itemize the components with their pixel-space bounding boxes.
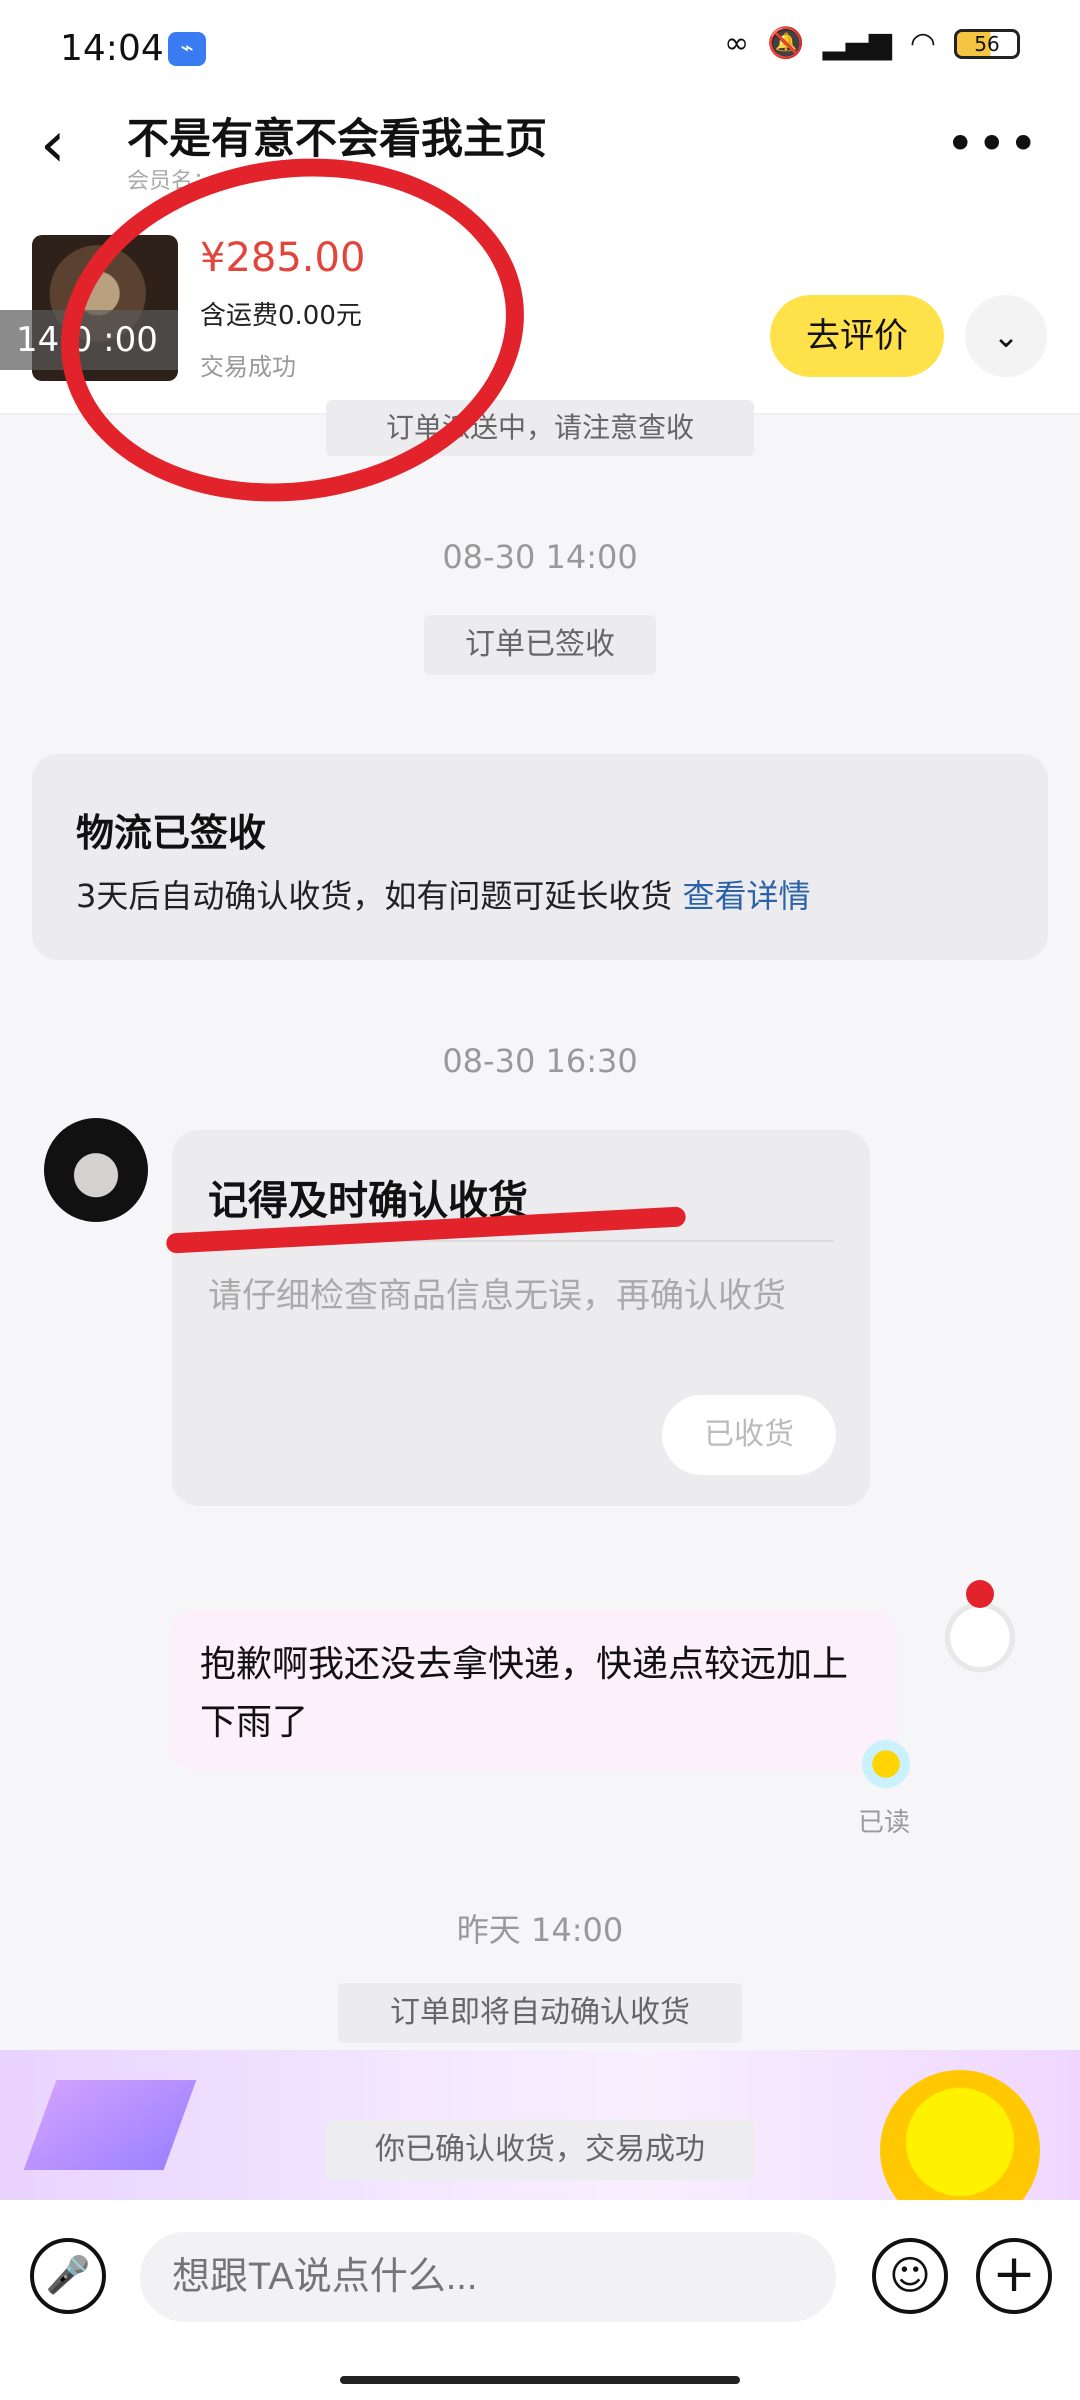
thumbnail-time-overlay: 14:0 :00 <box>0 310 178 370</box>
chat-header: ‹ 不是有意不会看我主页 会员名：x*** ••• <box>0 95 1080 205</box>
logistics-title: 物流已签收 <box>76 811 267 855</box>
mascot-icon <box>880 2070 1040 2200</box>
more-button[interactable]: ••• <box>946 115 1040 173</box>
received-button[interactable]: 已收货 <box>662 1395 836 1475</box>
lightning-icon <box>23 2080 197 2170</box>
plus-icon[interactable]: + <box>976 2238 1052 2314</box>
input-bar: 🎤 ☺ + <box>0 2200 1080 2400</box>
signal-icon: ▂▄▆ <box>822 26 892 61</box>
logistics-description: 3天后自动确认收货，如有问题可延长收货 <box>76 877 673 915</box>
read-receipt: 已读 <box>858 1808 911 1838</box>
review-button[interactable]: 去评价 <box>770 295 944 377</box>
auto-confirm-pill: 订单即将自动确认收货 <box>338 1983 742 2043</box>
timestamp: 昨天 14:00 <box>456 1911 624 1949</box>
battery-icon: 56 <box>954 28 1020 59</box>
mute-icon: 🔕 <box>767 26 805 61</box>
logistics-card[interactable]: 物流已签收 3天后自动确认收货，如有问题可延长收货 查看详情 <box>32 754 1048 960</box>
my-message-bubble: 抱歉啊我还没去拿快递，快递点较远加上下雨了 <box>168 1610 898 1770</box>
seller-avatar[interactable] <box>44 1118 148 1222</box>
seller-message-card: 记得及时确认收货 请仔细检查商品信息无误，再确认收货 已收货 <box>172 1130 870 1506</box>
timestamp: 08-30 16:30 <box>442 1042 638 1080</box>
chevron-down-icon[interactable]: ⌄ <box>965 295 1047 377</box>
shipping-fee: 含运费0.00元 <box>200 301 362 331</box>
order-price: ¥285.00 <box>200 235 366 281</box>
order-status: 交易成功 <box>200 353 296 381</box>
order-card[interactable]: 14:0 :00 ¥285.00 含运费0.00元 交易成功 去评价 ⌄ <box>0 205 1080 415</box>
delivery-notice-pill: 订单派送中，请注意查收 <box>326 400 754 456</box>
my-avatar[interactable] <box>928 1580 1032 1684</box>
link-icon: ∞ <box>724 26 750 61</box>
microphone-icon[interactable]: 🎤 <box>30 2238 106 2314</box>
card-text: 请仔细检查商品信息无误，再确认收货 <box>208 1276 786 1316</box>
back-button[interactable]: ‹ <box>40 113 90 177</box>
sticker-icon <box>862 1740 910 1788</box>
member-name: 会员名：x*** <box>127 169 262 194</box>
confirmed-pill: 你已确认收货，交易成功 <box>326 2120 754 2180</box>
signed-pill: 订单已签收 <box>424 615 656 675</box>
status-bar: 14:04 ⌁ ∞ 🔕 ▂▄▆ ◠ 56 <box>0 0 1080 95</box>
status-time: 14:04 <box>60 28 164 69</box>
timestamp: 08-30 14:00 <box>442 538 638 576</box>
status-icons: ∞ 🔕 ▂▄▆ ◠ 56 <box>724 26 1020 61</box>
logistics-text: 3天后自动确认收货，如有问题可延长收货 查看详情 <box>76 871 811 917</box>
view-details-link[interactable]: 查看详情 <box>683 877 811 915</box>
app-notification-icon: ⌁ <box>168 32 206 66</box>
message-input[interactable] <box>140 2232 836 2322</box>
emoji-icon[interactable]: ☺ <box>872 2238 948 2314</box>
home-indicator[interactable] <box>340 2376 740 2384</box>
chat-title: 不是有意不会看我主页 <box>127 114 548 163</box>
wifi-icon: ◠ <box>909 26 936 61</box>
